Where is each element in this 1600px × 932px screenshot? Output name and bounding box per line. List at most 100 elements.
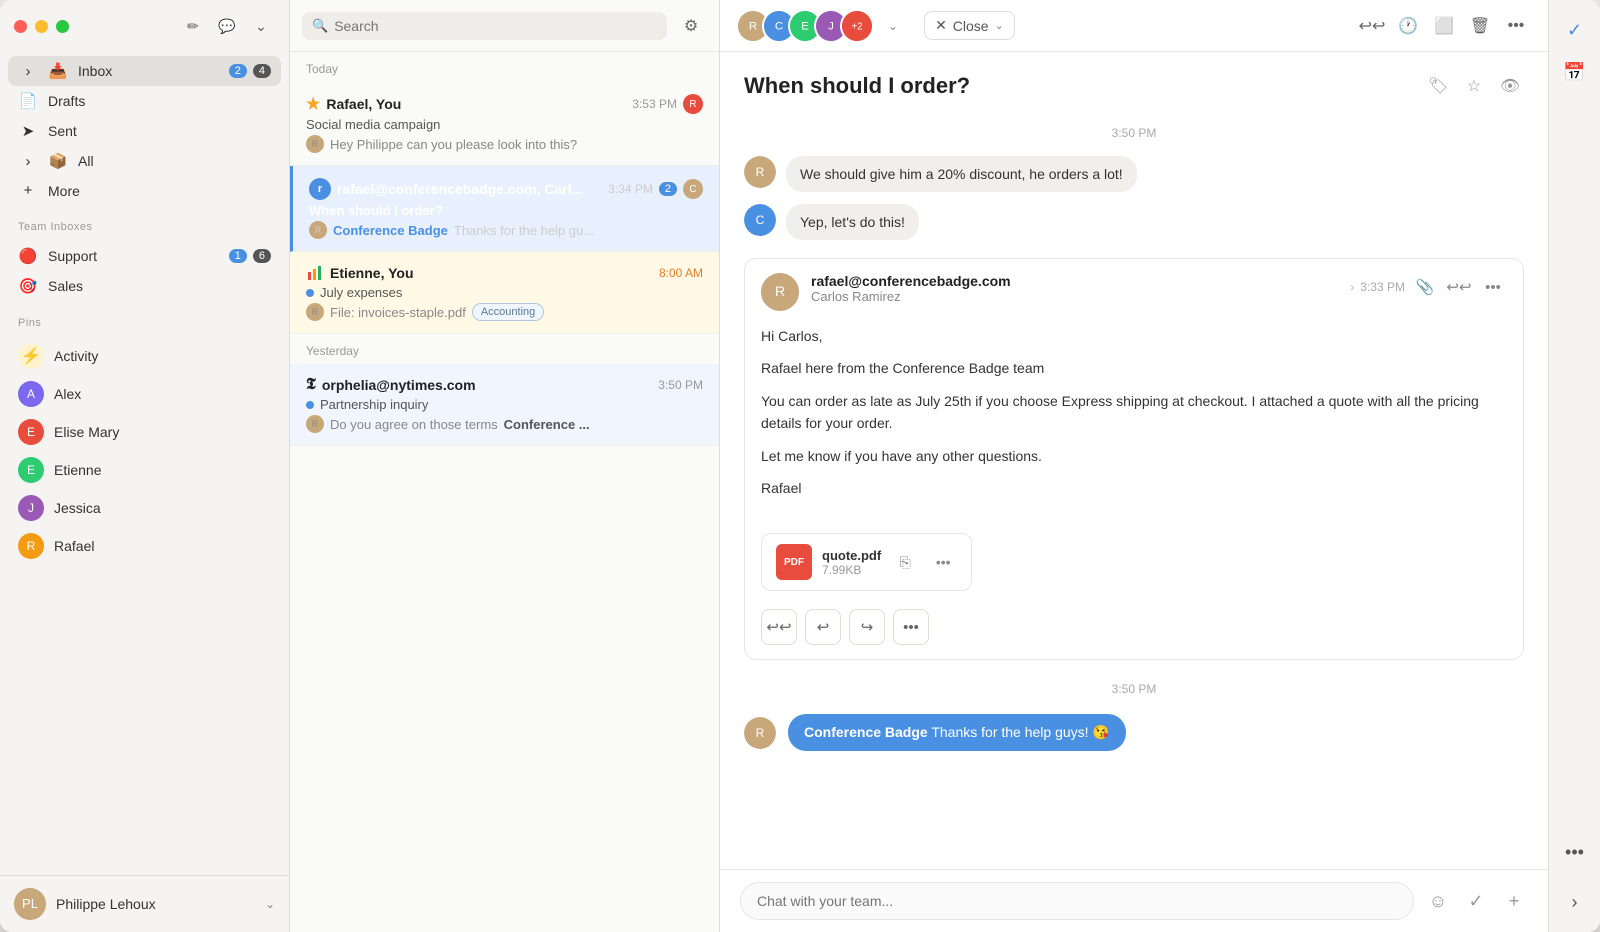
plus-button[interactable]: +	[1500, 887, 1528, 915]
clock-button[interactable]: 🕐	[1392, 10, 1424, 42]
rafael-label: Rafael	[54, 538, 94, 554]
traffic-light-yellow[interactable]	[35, 20, 48, 33]
more-actions-button[interactable]: •••	[1500, 10, 1532, 42]
group-chevron-icon[interactable]: ⌄	[888, 19, 898, 33]
email-card-time: 3:33 PM	[1360, 280, 1405, 294]
chat-button[interactable]: 💬	[213, 12, 241, 40]
sales-label: Sales	[48, 278, 271, 294]
email-card-paperclip-button[interactable]: 📎	[1411, 273, 1439, 301]
chat-input[interactable]	[740, 882, 1414, 920]
attachment: PDF quote.pdf 7.99KB ⎘ •••	[761, 533, 972, 591]
alex-label: Alex	[54, 386, 81, 402]
email-item-orphelia[interactable]: 𝕿 orphelia@nytimes.com 3:50 PM Partnersh…	[290, 364, 719, 446]
attachment-copy-button[interactable]: ⎘	[891, 548, 919, 576]
sidebar-item-drafts[interactable]: 📄 Drafts	[8, 86, 281, 116]
unread-dot-2	[306, 401, 314, 409]
sidebar-item-alex[interactable]: A Alex	[8, 375, 281, 413]
preview-avatar: R	[306, 135, 324, 153]
rt-checkmark-button[interactable]: ✓	[1557, 12, 1593, 48]
chat-bubble-2: Yep, let's do this!	[786, 204, 919, 240]
preview-bold: Conference Badge	[333, 223, 448, 238]
elise-avatar: E	[18, 419, 44, 445]
email-list-header: 🔍 ⚙	[290, 0, 719, 52]
footer-chevron-icon[interactable]: ⌄	[265, 897, 275, 911]
svg-text:R: R	[756, 726, 765, 740]
rt-calendar-button[interactable]: 📅	[1557, 54, 1593, 90]
sidebar-item-sales[interactable]: 🎯 Sales	[8, 271, 281, 301]
sidebar-item-inbox[interactable]: › 📥 Inbox 2 4	[8, 56, 281, 86]
email-subject: When should I order?	[309, 203, 443, 218]
thread-timestamp-1: 3:50 PM	[720, 116, 1548, 150]
search-icon: 🔍	[312, 18, 328, 34]
rt-collapse-button[interactable]: ›	[1557, 884, 1593, 920]
email-item-rafael[interactable]: ★ Rafael, You 3:53 PM R Social media cam…	[290, 82, 719, 166]
inbox-badge-2: 4	[253, 64, 271, 78]
rt-more-button[interactable]: •••	[1557, 834, 1593, 870]
email-card-reply-all-button[interactable]: ↩↩	[1445, 273, 1473, 301]
sidebar-item-support[interactable]: 🔴 Support 1 6	[8, 241, 281, 271]
email-para1: Rafael here from the Conference Badge te…	[761, 357, 1507, 379]
chat-avatar-carlos: C	[744, 204, 776, 236]
check-button[interactable]: ✓	[1462, 887, 1490, 915]
filter-button[interactable]: ⚙	[675, 10, 707, 42]
close-label: Close	[953, 18, 989, 34]
email-greeting: Hi Carlos,	[761, 325, 1507, 347]
sidebar-item-activity[interactable]: ⚡ Activity	[8, 337, 281, 375]
star-button[interactable]: ☆	[1460, 72, 1488, 100]
traffic-light-red[interactable]	[14, 20, 27, 33]
nytimes-icon: 𝕿	[306, 376, 316, 394]
email-sender-name: rafael@conferencebadge.com, Carl...	[337, 181, 583, 197]
right-toolbar: ✓ 📅 ••• ›	[1548, 0, 1600, 932]
email-list: 🔍 ⚙ Today ★ Rafael, You 3:53 PM R Social…	[290, 0, 720, 932]
compose-button[interactable]: ✏	[179, 12, 207, 40]
email-item-etienne[interactable]: Etienne, You 8:00 AM July expenses R Fil…	[290, 252, 719, 334]
chat-bubble-row-1: R We should give him a 20% discount, he …	[720, 150, 1548, 198]
forward-action-button[interactable]: ↪	[849, 609, 885, 645]
sidebar-item-jessica[interactable]: J Jessica	[8, 489, 281, 527]
email-preview-text: Hey Philippe can you please look into th…	[330, 137, 577, 152]
close-button[interactable]: ✕ Close ⌄	[924, 11, 1015, 40]
search-input[interactable]	[334, 18, 657, 34]
close-chevron-icon: ⌄	[995, 19, 1004, 32]
attachment-more-button[interactable]: •••	[929, 548, 957, 576]
email-badge-num: 2	[659, 182, 677, 196]
sidebar-item-all[interactable]: › 📦 All	[8, 146, 281, 176]
user-name-label: Philippe Lehoux	[56, 896, 255, 912]
attachment-info: quote.pdf 7.99KB	[822, 548, 881, 577]
chat-bubble-1: We should give him a 20% discount, he or…	[786, 156, 1137, 192]
more-label: More	[48, 183, 271, 199]
cb-badge-text: Conference Badge	[804, 724, 928, 740]
archive-button[interactable]: ⬜	[1428, 10, 1460, 42]
sidebar-item-more[interactable]: + More	[8, 176, 281, 205]
traffic-light-green[interactable]	[56, 20, 69, 33]
sender-avatar: r	[309, 178, 331, 200]
user-avatar: PL	[14, 888, 46, 920]
email-item-conferencebadge[interactable]: r rafael@conferencebadge.com, Carl... 3:…	[290, 166, 719, 252]
sidebar-item-sent[interactable]: ➤ Sent	[8, 116, 281, 146]
team-inboxes-nav: 🔴 Support 1 6 🎯 Sales	[0, 237, 289, 305]
preview-avatar-3: R	[306, 303, 324, 321]
chat-input-row: ☺ ✓ +	[720, 869, 1548, 932]
search-box[interactable]: 🔍	[302, 12, 667, 40]
sidebar-item-elise[interactable]: E Elise Mary	[8, 413, 281, 451]
email-from-name: Carlos Ramirez	[811, 289, 1350, 304]
reply-action-button[interactable]: ↩	[805, 609, 841, 645]
sidebar-chevron-button[interactable]: ⌄	[247, 12, 275, 40]
email-from-email: rafael@conferencebadge.com	[811, 273, 1350, 289]
support-label: Support	[48, 248, 217, 264]
email-para2: You can order as late as July 25th if yo…	[761, 390, 1507, 435]
emoji-button[interactable]: ☺	[1424, 887, 1452, 915]
trash-button[interactable]: 🗑	[1464, 10, 1496, 42]
reply-all-button[interactable]: ↩↩	[1356, 10, 1388, 42]
tag-button[interactable]: 🏷	[1424, 72, 1452, 100]
all-label: All	[78, 153, 271, 169]
chat-avatar-rafael: R	[744, 156, 776, 188]
eye-button[interactable]: 👁	[1496, 72, 1524, 100]
email-card-more-button[interactable]: •••	[1479, 273, 1507, 301]
sidebar-item-etienne[interactable]: E Etienne	[8, 451, 281, 489]
email-card-actions: › 3:33 PM 📎 ↩↩ •••	[1350, 273, 1507, 301]
more-reply-button[interactable]: •••	[893, 609, 929, 645]
pins-nav: ⚡ Activity A Alex E Elise Mary E Etienne	[0, 333, 289, 569]
sidebar-item-rafael[interactable]: R Rafael	[8, 527, 281, 565]
reply-all-action-button[interactable]: ↩↩	[761, 609, 797, 645]
